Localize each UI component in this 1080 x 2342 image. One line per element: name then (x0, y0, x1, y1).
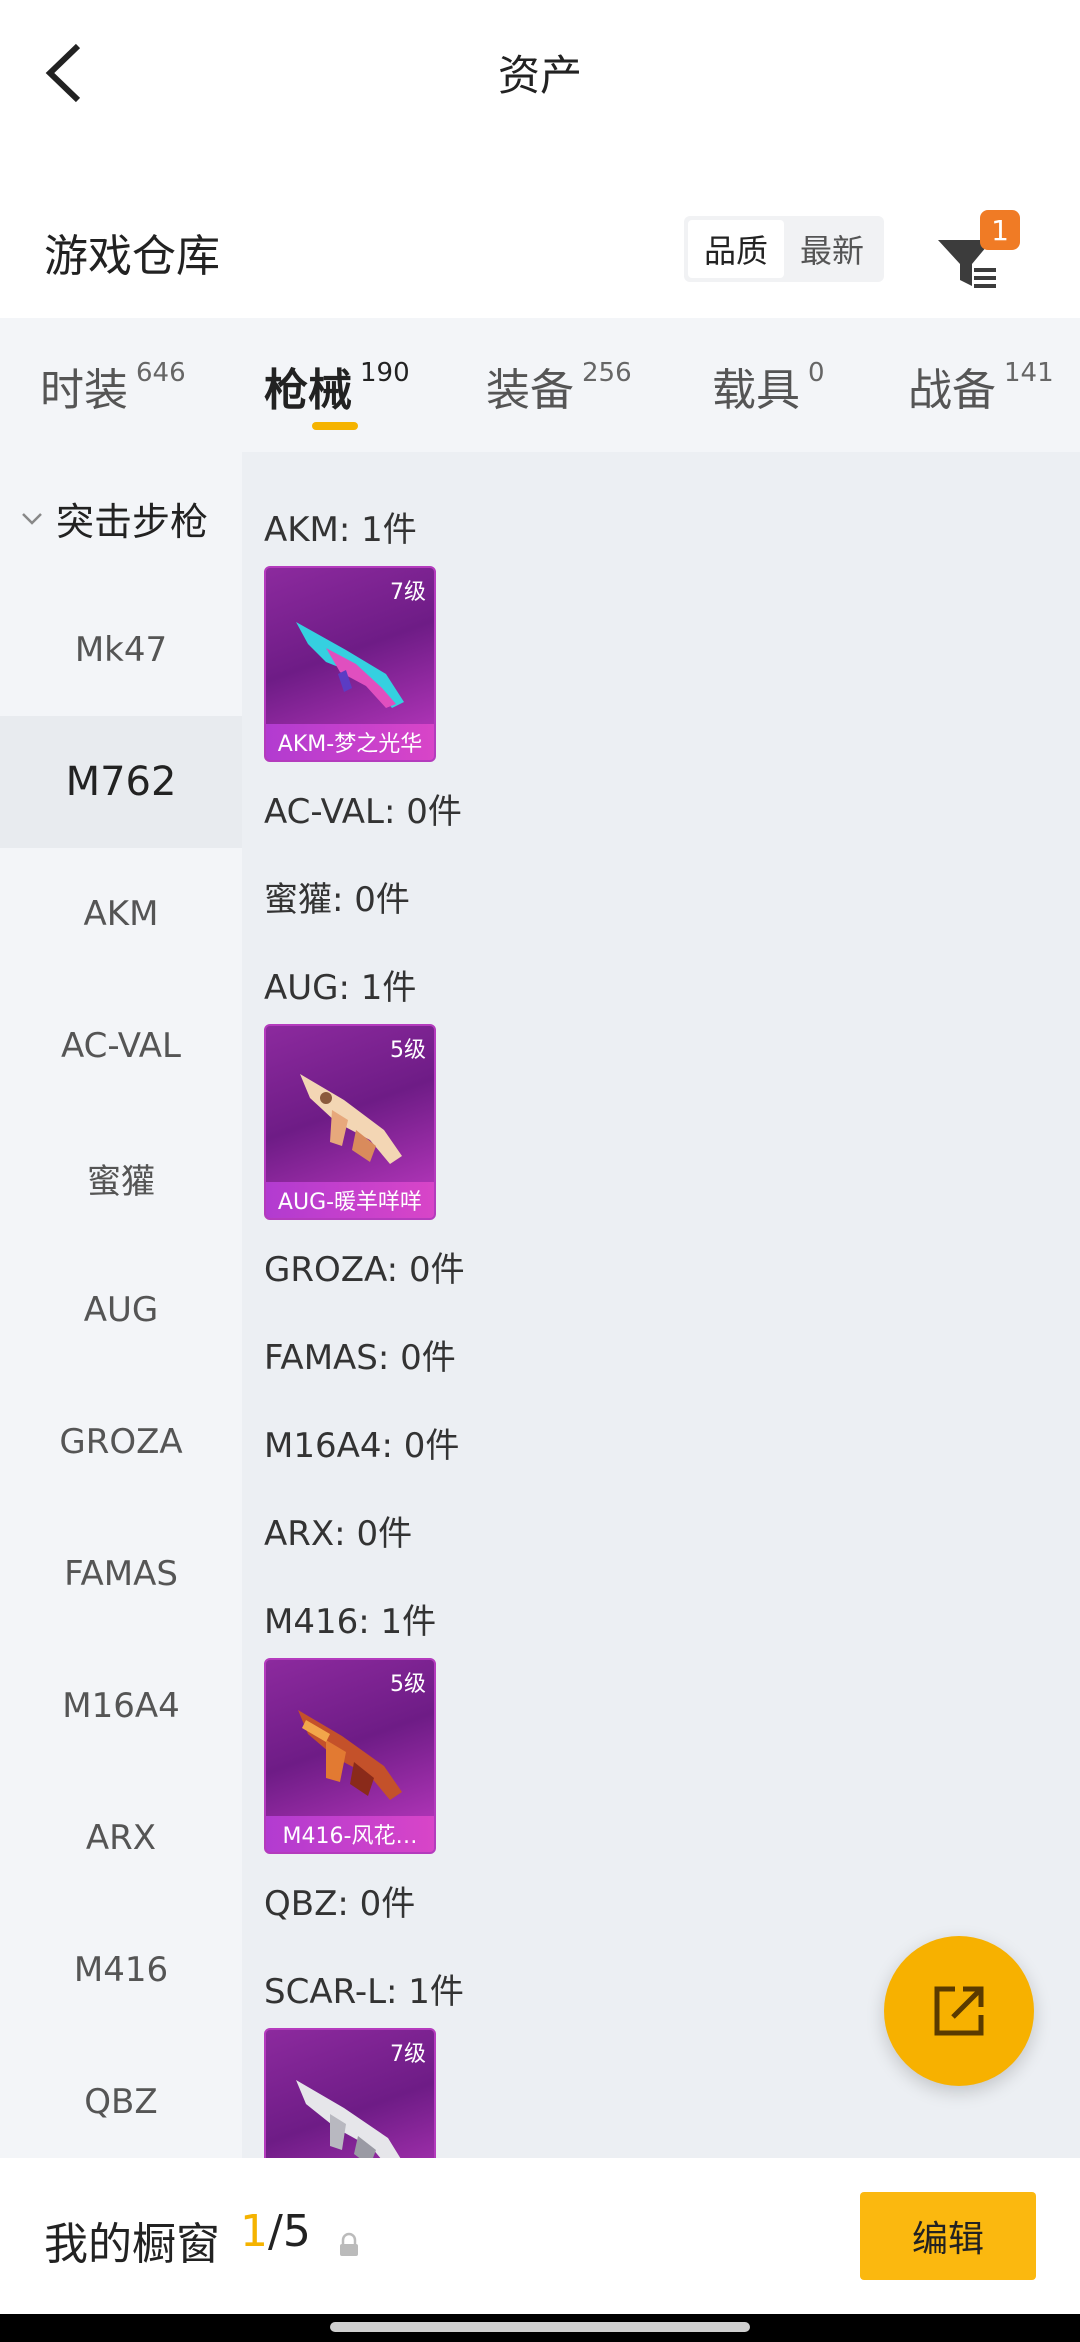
sidebar-group-assault-rifles[interactable]: 突击步枪 (0, 452, 242, 584)
tab-count: 141 (1004, 358, 1054, 388)
page-title: 资产 (497, 51, 582, 100)
filter-button[interactable]: 1 (930, 210, 1020, 300)
skin-name: AUG-暖羊咩咩 (266, 1182, 434, 1218)
weapon-label-ac-val: AC-VAL: 0件 (264, 792, 462, 832)
tab-count: 646 (136, 358, 186, 388)
rifle-skin-image (296, 622, 404, 708)
sidebar-item-honey-badger[interactable]: 蜜獾 (0, 1112, 242, 1244)
showcase-count: 1/5 (240, 2206, 311, 2257)
weapon-label-famas: FAMAS: 0件 (264, 1338, 456, 1378)
skin-level-badge: 5级 (390, 1672, 426, 1697)
showcase-total: /5 (268, 2206, 311, 2257)
skin-level-badge: 7级 (390, 2042, 426, 2067)
tab-count: 256 (582, 358, 632, 388)
showcase-current: 1 (240, 2206, 268, 2257)
skin-level-badge: 7级 (390, 580, 426, 605)
lock-icon (340, 2232, 358, 2256)
tab-firearms[interactable]: 枪械 190 (264, 354, 410, 418)
sidebar-item-m416[interactable]: M416 (0, 1904, 242, 2036)
weapon-skin-list: AKM: 1件 7级 AKM-梦之光华 AC-VAL: 0件 蜜獾: 0件 AU… (242, 452, 1080, 2158)
tab-count: 190 (360, 358, 410, 388)
sidebar-item-ac-val[interactable]: AC-VAL (0, 980, 242, 1112)
tab-label: 时装 (40, 365, 128, 416)
sidebar-item-famas[interactable]: FAMAS (0, 1508, 242, 1640)
sidebar-item-arx[interactable]: ARX (0, 1772, 242, 1904)
warehouse-title: 游戏仓库 (44, 231, 220, 282)
system-navigation-bar (0, 2314, 1080, 2342)
skin-card-scar-l[interactable]: 7级 (264, 2028, 436, 2158)
warehouse-header: 游戏仓库 品质 最新 1 (0, 190, 1080, 310)
sort-toggle: 品质 最新 (684, 216, 884, 282)
tab-count: 0 (808, 358, 825, 388)
weapon-label-aug: AUG: 1件 (264, 968, 417, 1008)
weapon-label-scar-l: SCAR-L: 1件 (264, 1972, 464, 2012)
sidebar-item-groza[interactable]: GROZA (0, 1376, 242, 1508)
share-external-icon (934, 1986, 984, 2036)
sidebar-item-mk47[interactable]: Mk47 (0, 584, 242, 716)
skin-name: M416-风花… (266, 1816, 434, 1852)
skin-name: AKM-梦之光华 (266, 724, 434, 760)
share-button[interactable] (884, 1936, 1034, 2086)
tab-label: 载具 (712, 365, 800, 416)
weapon-label-arx: ARX: 0件 (264, 1514, 413, 1554)
weapon-label-groza: GROZA: 0件 (264, 1250, 465, 1290)
home-indicator[interactable] (330, 2322, 750, 2332)
tab-label: 战备 (908, 365, 996, 416)
weapon-label-m416: M416: 1件 (264, 1602, 437, 1642)
weapon-label-akm: AKM: 1件 (264, 510, 417, 550)
tab-supplies[interactable]: 战备 141 (908, 354, 1054, 418)
showcase-bar: 我的橱窗 1/5 编辑 (0, 2158, 1080, 2314)
rifle-skin-image (300, 1074, 402, 1164)
tab-vehicles[interactable]: 载具 0 (712, 354, 825, 418)
sidebar-item-akm[interactable]: AKM (0, 848, 242, 980)
sidebar-item-aug[interactable]: AUG (0, 1244, 242, 1376)
top-navigation-bar: 资产 (0, 0, 1080, 150)
tab-fashion[interactable]: 时装 646 (40, 354, 186, 418)
skin-card-aug[interactable]: 5级 AUG-暖羊咩咩 (264, 1024, 436, 1220)
weapon-label-m16a4: M16A4: 0件 (264, 1426, 460, 1466)
category-tabs: 时装 646 枪械 190 装备 256 载具 0 战备 141 (0, 318, 1080, 452)
edit-button[interactable]: 编辑 (860, 2192, 1036, 2280)
active-tab-indicator (312, 422, 358, 430)
rifle-skin-image (296, 2080, 401, 2158)
sidebar-item-m16a4[interactable]: M16A4 (0, 1640, 242, 1772)
tab-label: 枪械 (264, 365, 352, 416)
weapon-label-honey-badger: 蜜獾: 0件 (264, 880, 410, 920)
chevron-down-icon (22, 513, 42, 525)
tab-equipment[interactable]: 装备 256 (486, 354, 632, 418)
tab-label: 装备 (486, 365, 574, 416)
sidebar-item-m762[interactable]: M762 (0, 716, 242, 848)
filter-count-badge: 1 (980, 210, 1020, 250)
sidebar-item-qbz[interactable]: QBZ (0, 2036, 242, 2158)
sidebar-group-label: 突击步枪 (56, 499, 209, 544)
skin-card-akm[interactable]: 7级 AKM-梦之光华 (264, 566, 436, 762)
sort-option-quality[interactable]: 品质 (688, 220, 784, 278)
rifle-skin-image (298, 1710, 402, 1800)
showcase-label: 我的橱窗 (44, 2219, 220, 2270)
skin-card-m416[interactable]: 5级 M416-风花… (264, 1658, 436, 1854)
sort-option-latest[interactable]: 最新 (784, 220, 880, 278)
skin-level-badge: 5级 (390, 1038, 426, 1063)
weapon-label-qbz: QBZ: 0件 (264, 1884, 416, 1924)
weapon-category-sidebar: 突击步枪 Mk47 M762 AKM AC-VAL 蜜獾 AUG GROZA F… (0, 452, 242, 2158)
